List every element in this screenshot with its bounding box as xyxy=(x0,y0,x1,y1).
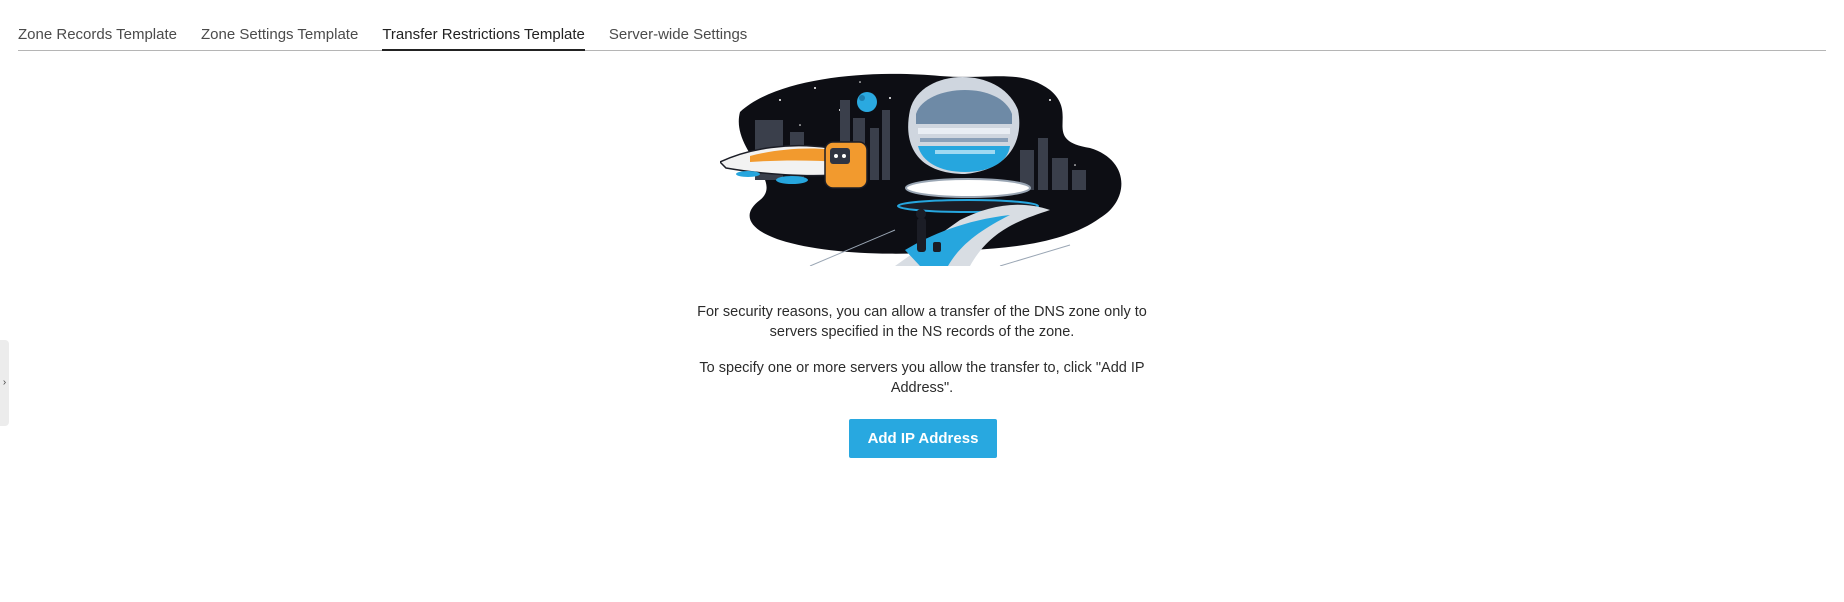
tab-zone-records-template[interactable]: Zone Records Template xyxy=(18,22,177,47)
add-ip-instructions-paragraph: To specify one or more servers you allow… xyxy=(699,360,1145,396)
security-info-paragraph: For security reasons, you can allow a tr… xyxy=(697,304,1147,340)
transfer-info-text: For security reasons, you can allow a tr… xyxy=(672,302,1172,414)
tab-zone-settings-template[interactable]: Zone Settings Template xyxy=(201,22,358,47)
chevron-right-icon: › xyxy=(2,377,7,388)
sidebar-toggle[interactable]: › xyxy=(0,340,9,426)
tab-transfer-restrictions-template[interactable]: Transfer Restrictions Template xyxy=(382,22,585,51)
space-city-illustration xyxy=(720,73,1122,266)
add-ip-address-button[interactable]: Add IP Address xyxy=(849,419,997,458)
tab-server-wide-settings[interactable]: Server-wide Settings xyxy=(609,22,747,47)
tab-bar: Zone Records Template Zone Settings Temp… xyxy=(18,22,1826,51)
